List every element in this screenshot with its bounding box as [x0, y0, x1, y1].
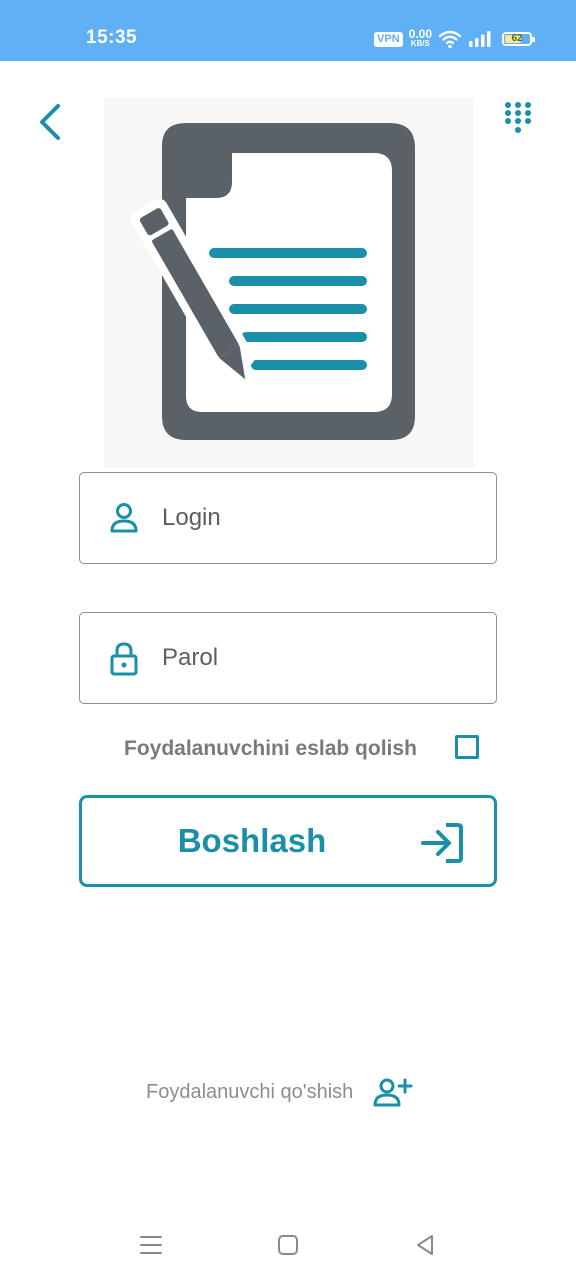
net-speed: 0.00 KB/S	[408, 27, 432, 49]
menu-nav-icon[interactable]	[136, 1230, 166, 1260]
back-button[interactable]	[30, 100, 70, 144]
lock-icon	[108, 641, 140, 676]
user-icon	[108, 501, 140, 535]
signal-icon	[469, 31, 491, 47]
add-user-link[interactable]: Foydalanuvchi qo'shish	[146, 1074, 413, 1110]
status-time: 15:35	[86, 27, 138, 48]
login-input[interactable]	[162, 473, 472, 563]
document-edit-icon	[130, 123, 415, 440]
start-button[interactable]: Boshlash	[79, 795, 497, 887]
status-icons: VPN 0.00 KB/S 62	[374, 27, 535, 50]
net-speed-value: 0.00	[408, 27, 432, 41]
user-plus-icon	[373, 1077, 413, 1107]
remember-checkbox[interactable]	[455, 735, 479, 759]
document-illustration	[104, 98, 474, 468]
password-field[interactable]	[79, 612, 497, 704]
vpn-badge: VPN	[374, 31, 403, 47]
chevron-left-icon	[40, 104, 60, 140]
dialpad-icon	[505, 102, 531, 133]
status-bar: 15:35 VPN 0.00 KB/S 62	[0, 0, 576, 61]
dialpad-button[interactable]	[500, 100, 536, 140]
battery-icon: 62	[502, 32, 535, 46]
system-nav-bar	[0, 1220, 576, 1270]
back-nav-icon[interactable]	[410, 1230, 440, 1260]
login-field[interactable]	[79, 472, 497, 564]
wifi-icon	[438, 30, 462, 49]
remember-label: Foydalanuvchini eslab qolish	[124, 737, 417, 760]
login-arrow-icon	[420, 822, 464, 864]
home-nav-icon[interactable]	[273, 1230, 303, 1260]
start-button-label: Boshlash	[177, 822, 327, 859]
net-speed-unit: KB/S	[410, 39, 430, 48]
add-user-label: Foydalanuvchi qo'shish	[146, 1080, 354, 1103]
battery-level: 62	[511, 33, 523, 44]
password-input[interactable]	[162, 613, 472, 703]
